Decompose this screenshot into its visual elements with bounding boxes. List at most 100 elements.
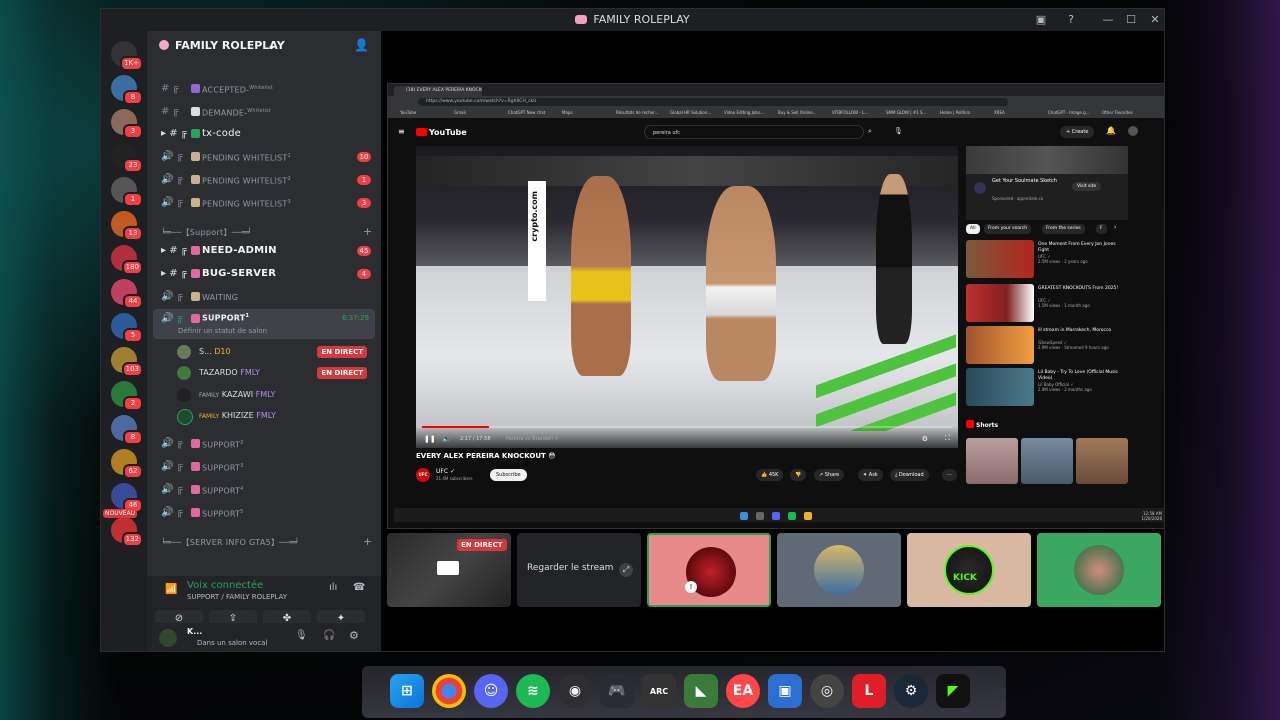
chip-from-series[interactable]: From the series: [1042, 224, 1085, 234]
download-button[interactable]: ⤓ Download: [890, 469, 929, 481]
like-button[interactable]: 👍 45K: [756, 469, 784, 481]
channel-bug-server[interactable]: ▸ # ╔ BUG-SERVER 4: [147, 264, 381, 284]
bookmark-item[interactable]: SMM GLOW | #1 S...: [886, 110, 926, 115]
chip-all[interactable]: All: [966, 224, 980, 234]
discord-icon[interactable]: ☺: [474, 674, 508, 708]
progress-bar[interactable]: [422, 426, 952, 428]
channel-support-3[interactable]: 🔊 ╔ SUPPORT3: [147, 457, 381, 477]
url-field[interactable]: https://www.youtube.com/watch?v=Rgh0CH_c…: [418, 98, 1008, 106]
server-icon[interactable]: 132 NOUVEAU: [103, 509, 143, 547]
maximize-button[interactable]: ☐: [1123, 12, 1139, 28]
channel-accepted-whitelist[interactable]: # ╔ ACCEPTED-Whitelist: [147, 79, 381, 99]
nvidia-icon[interactable]: ◣: [684, 674, 718, 708]
bookmark-item[interactable]: Video Editing Jobs...: [724, 110, 764, 115]
server-icon[interactable]: 46: [111, 483, 143, 513]
create-button[interactable]: + Create: [1060, 126, 1095, 138]
ufc-channel-avatar[interactable]: UFC: [416, 468, 430, 482]
voice-member[interactable]: TAZARDO FMLY EN DIRECT: [177, 364, 377, 382]
fullscreen-icon[interactable]: ⛶: [945, 434, 950, 443]
channel-pending-whitelist-3[interactable]: 🔊 ╔ PENDING WHITELIST3 3: [147, 193, 381, 213]
bookmark-item[interactable]: ChatGPT - Image g...: [1048, 110, 1089, 115]
bookmark-item[interactable]: Other Favorites: [1102, 110, 1133, 115]
recommended-video[interactable]: Lil Baby - Try To Love (Official Music V…: [966, 368, 1158, 408]
add-channel-icon[interactable]: +: [363, 535, 373, 548]
chrome-icon[interactable]: [432, 674, 466, 708]
monitor-app-icon[interactable]: ▣: [768, 674, 802, 708]
channel-pending-whitelist-2[interactable]: 🔊 ╔ PENDING WHITELIST2 1: [147, 170, 381, 190]
short-thumbnail[interactable]: [966, 438, 1018, 484]
participant-tile[interactable]: KICK: [907, 533, 1031, 607]
browser-tab[interactable]: (18) EVERY ALEX PEREIRA KNOCKOUT: [394, 86, 482, 96]
ea-icon[interactable]: EA: [726, 674, 760, 708]
signal-icon[interactable]: 📶: [165, 584, 177, 595]
add-channel-icon[interactable]: +: [363, 225, 373, 238]
add-member-icon[interactable]: 👤: [354, 38, 369, 52]
participant-tile[interactable]: [1037, 533, 1161, 607]
inbox-icon[interactable]: ▣: [1033, 12, 1049, 28]
ask-button[interactable]: ✦ Ask: [858, 469, 883, 481]
server-icon[interactable]: 103: [111, 347, 143, 377]
volume-icon[interactable]: 🔈: [442, 435, 451, 443]
gta-icon[interactable]: ◎: [810, 674, 844, 708]
stream-tile[interactable]: EN DIRECT: [387, 533, 511, 607]
sponsored-ad[interactable]: Get Your Soulmate Sketch Sponsored · app…: [966, 146, 1128, 220]
disconnect-icon[interactable]: ☎: [353, 582, 365, 593]
help-icon[interactable]: ?: [1063, 12, 1079, 28]
streamed-browser[interactable]: (18) EVERY ALEX PEREIRA KNOCKOUT https:/…: [387, 83, 1164, 529]
bookmark-item[interactable]: Maps: [562, 110, 573, 115]
notifications-icon[interactable]: 🔔: [1106, 126, 1116, 135]
recommended-video[interactable]: One Moment From Every Jon Jones Fight UF…: [966, 240, 1158, 280]
voice-member[interactable]: FAMILY KAZAWI FMLY: [177, 386, 377, 404]
chevron-right-icon[interactable]: ›: [1114, 224, 1116, 231]
visit-site-button[interactable]: Visit site: [1072, 182, 1102, 191]
voice-member[interactable]: S... D10 EN DIRECT: [177, 343, 377, 361]
channel-support-5[interactable]: 🔊 ╔ SUPPORT5: [147, 503, 381, 523]
avatar[interactable]: [159, 629, 177, 647]
server-icon[interactable]: 1K+: [111, 41, 143, 71]
server-icon[interactable]: 8: [111, 415, 143, 445]
voice-member[interactable]: FAMILY KHIZIZE FMLY: [177, 407, 377, 425]
settings-gear-icon[interactable]: ⚙: [922, 435, 928, 443]
bookmark-item[interactable]: YouTube: [400, 110, 416, 115]
server-icon[interactable]: 23: [111, 143, 143, 173]
menu-icon[interactable]: ≡: [398, 127, 405, 136]
channel-tx-code[interactable]: ▸ # ╔ tx-code: [147, 124, 381, 144]
avatar[interactable]: [1128, 126, 1138, 136]
bookmark-item[interactable]: ChatGPT New chat: [508, 110, 545, 115]
video-chapter[interactable]: Pereira vs Brandell >: [506, 436, 559, 442]
channel-status[interactable]: Définir un statut de salon: [178, 327, 267, 335]
dislike-button[interactable]: 👎: [790, 469, 807, 481]
obs-icon[interactable]: ◉: [558, 674, 592, 708]
bookmark-item[interactable]: Global HR Solution...: [670, 110, 711, 115]
bookmark-item[interactable]: Gmail: [454, 110, 466, 115]
bookmark-item[interactable]: XREA: [994, 110, 1005, 115]
channel-name[interactable]: UFC ✓: [436, 468, 455, 475]
channel-support-4[interactable]: 🔊 ╔ SUPPORT4: [147, 480, 381, 500]
game-controller-icon[interactable]: 🎮: [600, 674, 634, 708]
epic-launcher-icon[interactable]: L: [852, 674, 886, 708]
video-player[interactable]: crypto.com ❚❚ 🔈 2:17 / 17:58 Pereira vs …: [416, 146, 958, 448]
channel-support-1[interactable]: 🔊 ╔ SUPPORT1 6:37:29 Définir un statut d…: [153, 309, 375, 339]
server-icon[interactable]: 8: [111, 75, 143, 105]
channel-pending-whitelist-1[interactable]: 🔊 ╔ PENDING WHITELIST1 10: [147, 147, 381, 167]
channel-support-2[interactable]: 🔊 ╔ SUPPORT2: [147, 434, 381, 454]
recommended-video[interactable]: GREATEST KNOCKOUTS From 2025! UFC ✓ 1.5M…: [966, 284, 1158, 324]
chip-from-search[interactable]: From your search: [984, 224, 1032, 234]
server-icon[interactable]: 44: [111, 279, 143, 309]
steam-icon[interactable]: ⚙: [894, 674, 928, 708]
more-icon[interactable]: ⋯: [942, 469, 957, 481]
microphone-icon[interactable]: 🎙: [295, 630, 308, 641]
spotify-icon[interactable]: ≋: [516, 674, 550, 708]
recommended-video[interactable]: ill stream in Marrakech, Morocco iShowSp…: [966, 326, 1158, 366]
share-button[interactable]: ↗ Share: [814, 469, 845, 481]
server-icon[interactable]: 180: [111, 245, 143, 275]
stream-tile[interactable]: Regarder le stream ⤢: [517, 533, 641, 607]
category-server-info[interactable]: ╘═──【SERVER INFO GTA5】──═╛: [161, 537, 300, 548]
subscribe-button[interactable]: Subscribe: [490, 469, 527, 481]
noise-suppression-icon[interactable]: ılı: [329, 582, 337, 593]
channel-need-admin[interactable]: ▸ # ╔ NEED-ADMIN 45: [147, 241, 381, 261]
short-thumbnail[interactable]: [1021, 438, 1073, 484]
server-icon[interactable]: 62: [111, 449, 143, 479]
channel-waiting[interactable]: 🔊 ╔ WAITING: [147, 287, 381, 307]
server-icon[interactable]: 2: [111, 381, 143, 411]
